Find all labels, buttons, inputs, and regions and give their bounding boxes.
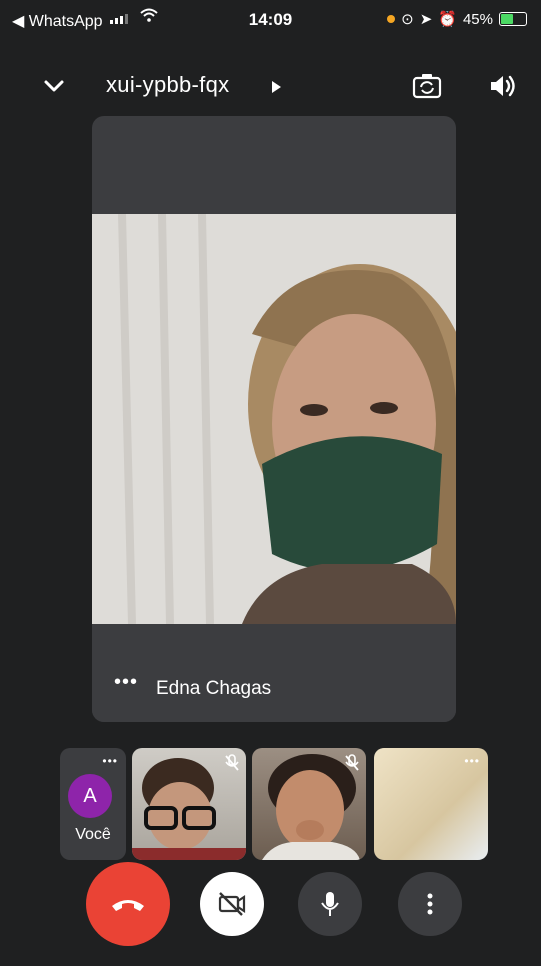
mic-off-icon [345, 754, 359, 771]
navigation-icon: ➤ [419, 11, 433, 28]
status-right: ⊙ ➤ ⏰ 45% [387, 10, 527, 28]
participant-options-button[interactable]: ••• [464, 754, 480, 768]
main-participant-tile[interactable]: ••• Edna Chagas [92, 116, 456, 722]
participant-video [92, 213, 456, 625]
battery-percent: 45% [462, 10, 493, 28]
camera-toggle-button[interactable] [200, 872, 264, 936]
self-view-tile[interactable]: ••• A Você [60, 748, 126, 860]
mic-off-icon [225, 754, 239, 771]
play-arrow-icon[interactable] [270, 80, 282, 94]
self-options-button[interactable]: ••• [102, 754, 118, 768]
location-icon: ⊙ [401, 11, 414, 28]
participant-options-button[interactable]: ••• [114, 671, 138, 694]
mic-in-use-indicator-icon [387, 15, 396, 23]
self-label: Você [75, 826, 111, 843]
mic-icon [321, 892, 339, 916]
camera-off-icon [218, 892, 246, 916]
participant-video-frame [92, 213, 456, 625]
chevron-down-icon[interactable] [40, 72, 68, 100]
status-bar: ◀ WhatsApp 14:09 ⊙ ➤ ⏰ 45% [0, 0, 541, 40]
avatar: A [68, 774, 112, 818]
meeting-code[interactable]: xui-ypbb-fqx [106, 72, 229, 98]
end-call-icon [112, 900, 144, 911]
participant-thumbnail[interactable]: ••• [374, 748, 488, 860]
switch-camera-icon[interactable] [412, 72, 442, 100]
participant-thumbnail[interactable] [252, 748, 366, 860]
mic-toggle-button[interactable] [298, 872, 362, 936]
participant-thumbnail[interactable] [132, 748, 246, 860]
alarm-icon: ⏰ [438, 11, 457, 28]
end-call-button[interactable] [86, 862, 170, 946]
participant-name: Edna Chagas [156, 678, 272, 699]
more-options-button[interactable] [398, 872, 462, 936]
more-vert-icon [427, 893, 433, 915]
speaker-icon[interactable] [488, 72, 518, 100]
participant-footer [92, 624, 456, 722]
battery-icon [499, 12, 527, 26]
